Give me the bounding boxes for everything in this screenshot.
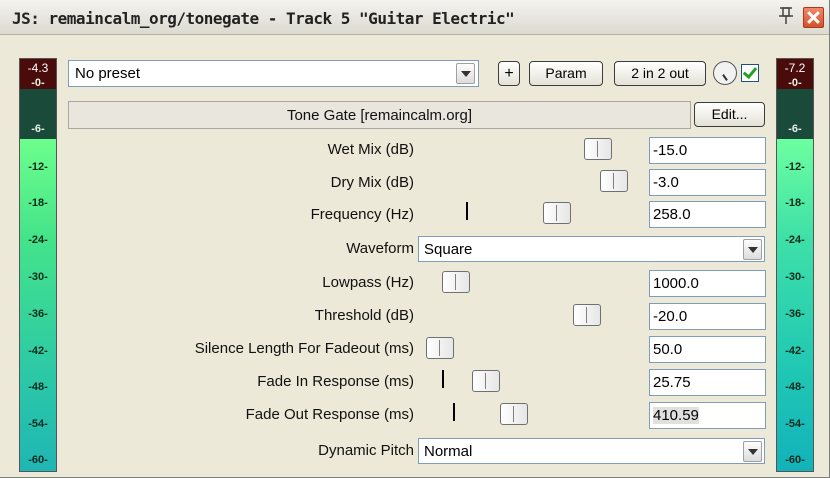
chevron-down-icon[interactable] (456, 63, 475, 84)
meter-tick: -54- (785, 418, 805, 430)
meter-tick: -24- (28, 234, 48, 246)
close-icon[interactable] (803, 7, 824, 28)
param-button[interactable]: Param (529, 61, 603, 86)
edit-button[interactable]: Edit... (694, 102, 765, 127)
meter-tick: -42- (785, 345, 805, 357)
param-label: Silence Length For Fadeout (ms) (194, 340, 414, 357)
preset-dropdown[interactable]: No preset (68, 60, 479, 87)
fade-out-slider[interactable] (500, 403, 528, 425)
default-marker (442, 370, 444, 388)
lowpass-slider[interactable] (442, 271, 470, 293)
dry-mix-slider[interactable] (600, 170, 628, 192)
meter-tick: -12- (28, 161, 48, 173)
meter-tick: -24- (785, 234, 805, 246)
meter-tick: -30- (785, 271, 805, 283)
meter-tick: -0- (788, 77, 802, 89)
param-label: Dry Mix (dB) (330, 174, 414, 191)
meter-tick: -18- (28, 197, 48, 209)
frequency-slider[interactable] (543, 202, 571, 224)
wet-knob-icon[interactable] (713, 61, 737, 85)
input-level-meter: -4.3 -0- -6- -12- -18- -24- -30- -36- -4… (19, 58, 57, 472)
param-label: Fade In Response (ms) (257, 373, 414, 390)
silence-length-slider[interactable] (426, 337, 454, 359)
meter-tick: -6- (788, 123, 802, 135)
fade-in-value[interactable]: 25.75 (649, 369, 766, 396)
dry-mix-value[interactable]: -3.0 (649, 169, 766, 196)
chevron-down-icon[interactable] (743, 239, 762, 260)
bypass-checkbox[interactable] (741, 64, 759, 82)
meter-tick: -18- (785, 197, 805, 209)
dynamic-pitch-select[interactable]: Normal (418, 438, 765, 464)
default-marker (453, 403, 455, 421)
meter-tick: -48- (28, 381, 48, 393)
meter-tick: -12- (785, 161, 805, 173)
meter-tick: -54- (28, 418, 48, 430)
param-label: Wet Mix (dB) (327, 141, 414, 158)
output-level-meter: -7.2 -0- -6- -12- -18- -24- -30- -36- -4… (776, 58, 814, 472)
frequency-value[interactable]: 258.0 (649, 201, 766, 228)
meter-tick: -36- (785, 308, 805, 320)
title-bar[interactable]: JS: remaincalm_org/tonegate - Track 5 "G… (0, 0, 829, 35)
lowpass-value[interactable]: 1000.0 (649, 270, 766, 297)
silence-length-value[interactable]: 50.0 (649, 336, 766, 363)
fade-out-value[interactable]: 410.59 (649, 402, 766, 429)
fade-in-slider[interactable] (472, 370, 500, 392)
param-label: Dynamic Pitch (318, 442, 414, 459)
meter-tick: -60- (785, 454, 805, 466)
plugin-name: Tone Gate [remaincalm.org] (286, 107, 473, 124)
meter-tick: -36- (28, 308, 48, 320)
param-label: Threshold (dB) (314, 307, 414, 324)
wet-mix-slider[interactable] (584, 138, 612, 160)
param-label: Lowpass (Hz) (322, 274, 414, 291)
window-title: JS: remaincalm_org/tonegate - Track 5 "G… (12, 9, 515, 28)
param-label: Fade Out Response (ms) (245, 406, 414, 423)
io-routing-button[interactable]: 2 in 2 out (614, 61, 706, 86)
add-preset-button[interactable]: + (498, 61, 520, 86)
threshold-slider[interactable] (573, 304, 601, 326)
meter-tick: -30- (28, 271, 48, 283)
meter-tick: -6- (31, 123, 45, 135)
param-label: Frequency (Hz) (310, 206, 414, 223)
meter-tick: -60- (28, 454, 48, 466)
plugin-window: JS: remaincalm_org/tonegate - Track 5 "G… (0, 0, 830, 478)
wet-mix-value[interactable]: -15.0 (649, 137, 766, 164)
meter-tick: -48- (785, 381, 805, 393)
chevron-down-icon[interactable] (743, 441, 762, 462)
meter-tick: -0- (31, 77, 45, 89)
plugin-header: Tone Gate [remaincalm.org] (68, 101, 691, 129)
pin-icon[interactable] (776, 4, 796, 26)
waveform-select[interactable]: Square (418, 236, 765, 262)
param-label: Waveform (346, 240, 414, 257)
threshold-value[interactable]: -20.0 (649, 303, 766, 330)
default-marker (466, 202, 468, 220)
preset-value: No preset (75, 65, 141, 82)
meter-tick: -42- (28, 345, 48, 357)
